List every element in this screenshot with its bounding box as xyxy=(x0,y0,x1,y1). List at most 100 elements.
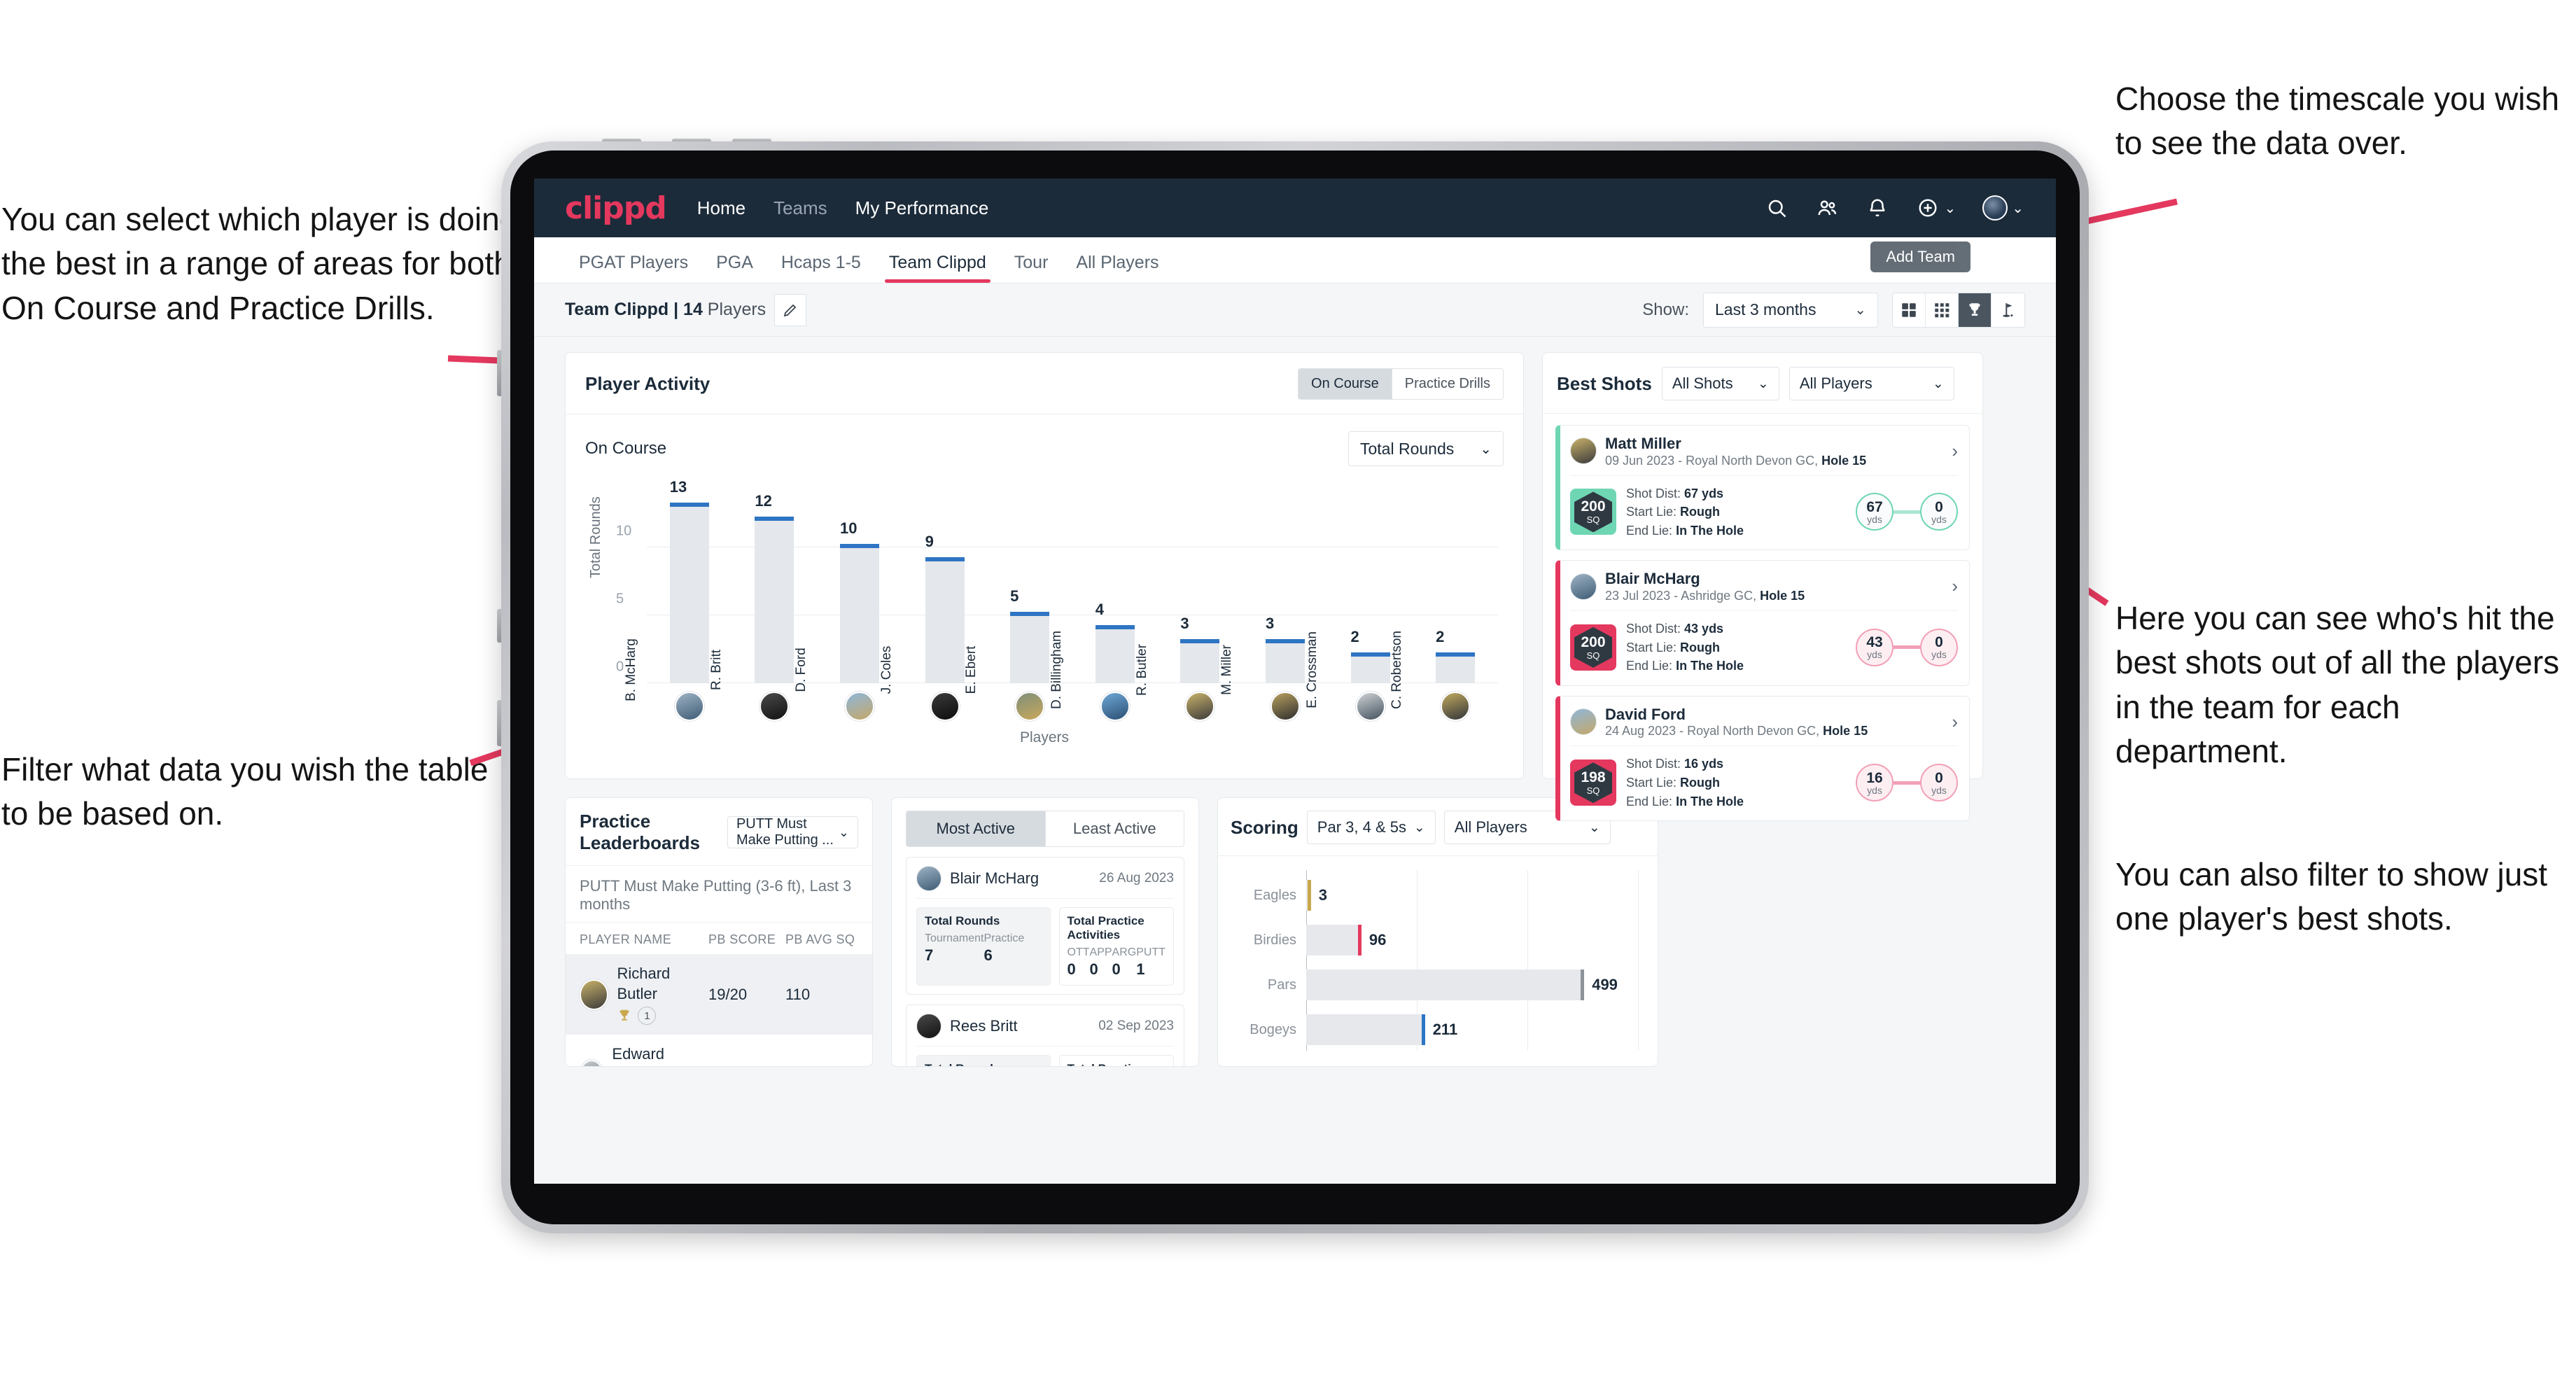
bar-cap xyxy=(755,516,794,521)
bar-cap xyxy=(1010,611,1050,616)
bell-icon[interactable] xyxy=(1865,196,1889,220)
bar[interactable]: 2 xyxy=(1436,628,1476,683)
best-shots-player-value: All Players xyxy=(1799,374,1872,392)
avatar[interactable] xyxy=(1100,692,1130,721)
best-shot-meta: 24 Aug 2023 - Royal North Devon GC, Hole… xyxy=(1605,724,1868,738)
activity-feed-card[interactable]: Blair McHarg 26 Aug 2023 Total Rounds Tourn… xyxy=(906,857,1184,995)
scoring-bar-cap xyxy=(1307,880,1311,911)
avatar[interactable] xyxy=(1355,692,1385,721)
distance-connector xyxy=(1893,510,1920,514)
scoring-row[interactable]: Bogeys 211 xyxy=(1250,1014,1638,1045)
bar[interactable]: 10 xyxy=(839,519,879,683)
best-shot-card[interactable]: Blair McHarg 23 Jul 2023 - Ashridge GC, H… xyxy=(1555,560,1970,686)
nav-link-home[interactable]: Home xyxy=(697,197,746,219)
people-icon[interactable] xyxy=(1815,196,1839,220)
avatar[interactable] xyxy=(844,692,874,721)
best-shot-card[interactable]: David Ford 24 Aug 2023 - Royal North Devo… xyxy=(1555,695,1970,822)
chevron-down-icon: ⌄ xyxy=(1854,302,1866,318)
period-select[interactable]: Last 3 months ⌄ xyxy=(1703,292,1878,328)
player-activity-feed-card: Most Active Least Active Blair McHarg 26 … xyxy=(891,797,1199,1067)
avatar[interactable] xyxy=(930,692,960,721)
bar-value-label: 2 xyxy=(1436,628,1445,646)
best-shot-card[interactable]: Matt Miller 09 Jun 2023 - Royal North Dev… xyxy=(1555,425,1970,551)
par-filter-select[interactable]: Par 3, 4 & 5s ⌄ xyxy=(1306,811,1436,844)
table-row[interactable]: Richard Butler 1 19/20 110 xyxy=(566,954,872,1035)
chevron-down-icon[interactable]: ⌄ xyxy=(1944,200,1956,217)
leaderboard-player-info: Richard Butler 1 xyxy=(617,964,708,1026)
tab-all-players[interactable]: All Players xyxy=(1062,253,1172,283)
avatar[interactable] xyxy=(1441,692,1471,721)
bar[interactable]: 3 xyxy=(1180,615,1220,683)
bar-category-label: D. Ford xyxy=(794,648,809,692)
segment-on-course[interactable]: On Course xyxy=(1298,369,1392,399)
bar[interactable]: 5 xyxy=(1010,587,1050,683)
bar[interactable]: 9 xyxy=(925,533,965,683)
bar[interactable]: 4 xyxy=(1095,601,1135,683)
end-lie-row: End Lie: In The Hole xyxy=(1626,657,1744,676)
tab-team-clippd[interactable]: Team Clippd xyxy=(875,253,1000,283)
chevron-down-icon[interactable]: ⌄ xyxy=(2012,200,2024,217)
practice-activities-columns: OTT 0 APP 0 ARG 0 PUTT 1 xyxy=(1068,946,1166,979)
avatar[interactable] xyxy=(760,692,790,721)
bar[interactable]: 2 xyxy=(1350,628,1390,683)
profile-menu[interactable]: ⌄ xyxy=(1982,195,2024,220)
scoring-row[interactable]: Birdies 96 xyxy=(1254,925,1638,955)
tab-tour[interactable]: Tour xyxy=(1000,253,1063,283)
bar[interactable]: 3 xyxy=(1265,615,1305,683)
best-shot-body: 200 SQ Shot Dist: 43 yds Start Lie: Rough En… xyxy=(1570,611,1958,676)
grid-small-icon[interactable] xyxy=(1926,293,1959,327)
bar[interactable]: 13 xyxy=(669,478,709,683)
scoring-bar: 499 xyxy=(1306,969,1618,1000)
bar-category-label: J. Coles xyxy=(878,645,894,694)
trophy-icon[interactable] xyxy=(1959,293,1991,327)
best-shots-player-select[interactable]: All Players ⌄ xyxy=(1788,367,1954,400)
avatar[interactable] xyxy=(1015,692,1045,721)
annotation-filter-data: Filter what data you wish the table to b… xyxy=(1,751,489,832)
chevron-right-icon[interactable]: › xyxy=(1952,711,1958,733)
table-row[interactable]: Edward Crossman218/20107 xyxy=(566,1035,872,1066)
tab-pga[interactable]: PGA xyxy=(702,253,767,283)
tab-hcaps-1-5[interactable]: Hcaps 1-5 xyxy=(767,253,875,283)
scoring-row[interactable]: Pars 499 xyxy=(1268,969,1638,1000)
team-title-bold: Team Clippd | 14 xyxy=(565,300,703,319)
avatar[interactable] xyxy=(674,692,704,721)
edit-team-button[interactable] xyxy=(774,293,807,326)
chevron-right-icon[interactable]: › xyxy=(1952,575,1958,597)
metric-select[interactable]: Total Rounds ⌄ xyxy=(1348,431,1504,466)
avatar[interactable] xyxy=(1185,692,1215,721)
tab-least-active[interactable]: Least Active xyxy=(1044,811,1184,846)
activity-feed-tabs: Most Active Least Active xyxy=(906,811,1184,847)
bar-group[interactable]: C. Robertson 2 xyxy=(1390,493,1498,709)
start-lie-value: Rough xyxy=(1680,775,1721,790)
nav-link-teams[interactable]: Teams xyxy=(774,197,827,219)
add-menu[interactable]: ⌄ xyxy=(1916,196,1956,220)
search-icon[interactable] xyxy=(1765,196,1788,220)
shot-start-distance: 67 yds xyxy=(1856,493,1893,531)
best-shot-header: Blair McHarg 23 Jul 2023 - Ashridge GC, H… xyxy=(1570,569,1958,611)
avatar[interactable] xyxy=(1270,692,1300,721)
grid-large-icon[interactable] xyxy=(1893,293,1926,327)
segment-practice-drills[interactable]: Practice Drills xyxy=(1391,369,1503,399)
team-toolbar: Team Clippd | 14 Players Show: Last 3 mo… xyxy=(534,284,2056,337)
avatar[interactable] xyxy=(1982,195,2008,220)
plus-circle-icon[interactable] xyxy=(1916,196,1940,220)
shot-type-select[interactable]: All Shots ⌄ xyxy=(1661,367,1779,400)
chart-plot-area: 0 5 10 B. McHarg 13 R. Britt 12 D. Ford 10 J. … xyxy=(616,478,1498,709)
chevron-right-icon[interactable]: › xyxy=(1952,440,1958,462)
total-rounds-box: Total RoundsTournament8Practice4 xyxy=(916,1055,1051,1066)
shot-quality-hex: 200 SQ xyxy=(1574,491,1612,533)
chevron-down-icon: ⌄ xyxy=(1757,376,1769,391)
start-lie-value: Rough xyxy=(1680,640,1721,654)
tab-pgat-players[interactable]: PGAT Players xyxy=(565,253,702,283)
activity-feed-card[interactable]: Rees Britt 02 Sep 2023 Total RoundsTournam… xyxy=(906,1004,1184,1066)
scoring-row[interactable]: Eagles 3 xyxy=(1254,880,1638,911)
clippd-logo[interactable]: clippd xyxy=(565,190,667,226)
bar[interactable]: 12 xyxy=(755,492,794,683)
drill-select[interactable]: PUTT Must Make Putting ... ⌄ xyxy=(727,816,858,848)
rounds-key: Practice xyxy=(983,932,1025,944)
tablet-screen-bezel: clippd Home Teams My Performance ⌄ ⌄ PGA… xyxy=(510,150,2080,1224)
tab-most-active[interactable]: Most Active xyxy=(906,811,1045,846)
nav-link-my-performance[interactable]: My Performance xyxy=(855,197,989,219)
chart-x-axis-label: Players xyxy=(1019,729,1070,746)
golf-flag-icon[interactable] xyxy=(1991,293,2024,327)
